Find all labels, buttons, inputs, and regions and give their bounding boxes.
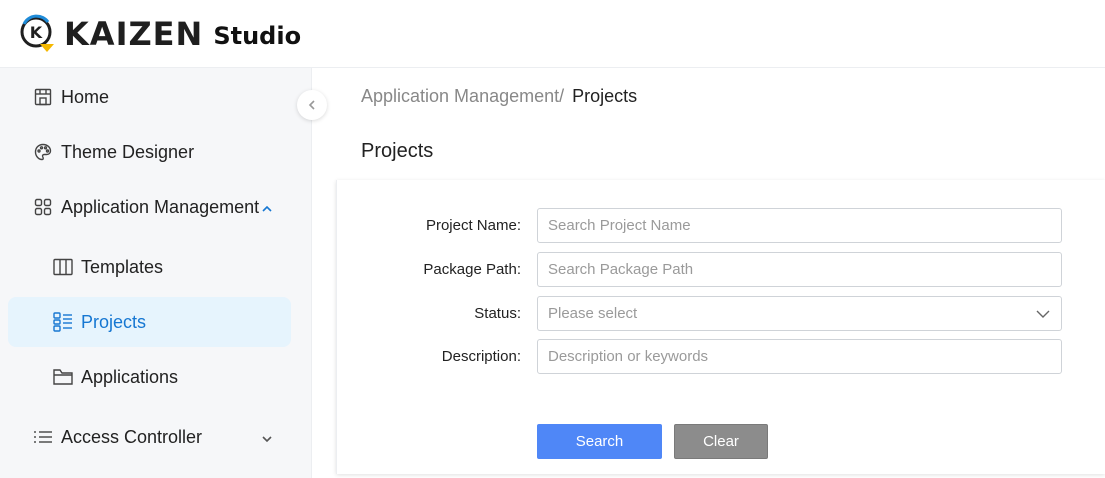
description-label: Description: [441,348,521,365]
form-row-status: Status: Please select [337,296,1105,331]
search-form-card: Project Name: Package Path: Status: Plea… [336,180,1105,474]
storefront-icon [33,87,53,107]
status-select[interactable]: Please select [537,296,1062,331]
form-row-project-name: Project Name: [337,208,1105,243]
sidebar-item-label: Applications [81,366,179,387]
sidebar-collapse-button[interactable] [297,90,327,120]
list-icon [33,427,53,447]
logo-mark-letter: K [30,23,43,42]
sidebar-item-templates[interactable]: Templates [8,242,291,292]
list-grid-icon [53,312,73,332]
sidebar-item-label: Templates [81,256,164,277]
sidebar-item-applications[interactable]: Applications [8,352,291,402]
palette-icon [33,142,53,162]
package-path-label: Package Path: [423,261,521,278]
status-label: Status: [474,305,521,322]
sidebar-item-label: Theme Designer [61,141,195,162]
project-name-input[interactable] [537,208,1062,243]
sidebar-item-application-management[interactable]: Application Management [8,182,291,232]
package-path-input[interactable] [537,252,1062,287]
breadcrumb-parent[interactable]: Application Management/ [361,86,564,106]
chevron-down-icon[interactable] [260,430,274,444]
chevron-up-icon[interactable] [260,200,274,214]
sidebar-item-access-controller[interactable]: Access Controller [8,412,291,462]
kaizen-logo-icon: K [18,14,58,54]
logo-wordmark: KAIZEN [64,14,204,53]
sidebar-item-label: Home [61,86,110,107]
page-title: Projects [361,140,434,162]
breadcrumb: Application Management/Projects [361,86,637,107]
grid-icon [33,197,53,217]
clear-button[interactable]: Clear [674,424,768,459]
chevron-down-icon [1035,306,1051,322]
project-name-label: Project Name: [425,217,521,234]
columns-icon [53,257,73,277]
breadcrumb-current: Projects [572,86,638,106]
form-row-package-path: Package Path: [337,252,1105,287]
app-header: K KAIZEN Studio [0,0,1105,68]
chevron-left-icon [308,100,315,110]
sidebar-item-label: Access Controller [61,426,203,447]
folder-icon [53,367,73,387]
description-input[interactable] [537,339,1062,374]
sidebar-item-label: Application Management [61,196,260,217]
search-button[interactable]: Search [537,424,662,459]
logo-studio-label: Studio [213,21,302,50]
sidebar-item-theme-designer[interactable]: Theme Designer [8,127,291,177]
form-row-description: Description: [337,339,1105,374]
sidebar-item-home[interactable]: Home [8,72,291,122]
sidebar-item-projects[interactable]: Projects [8,297,291,347]
sidebar-item-label: Projects [81,311,147,332]
status-select-placeholder: Please select [548,305,638,322]
sidebar: Home Theme Designer Application Manageme… [0,68,312,478]
